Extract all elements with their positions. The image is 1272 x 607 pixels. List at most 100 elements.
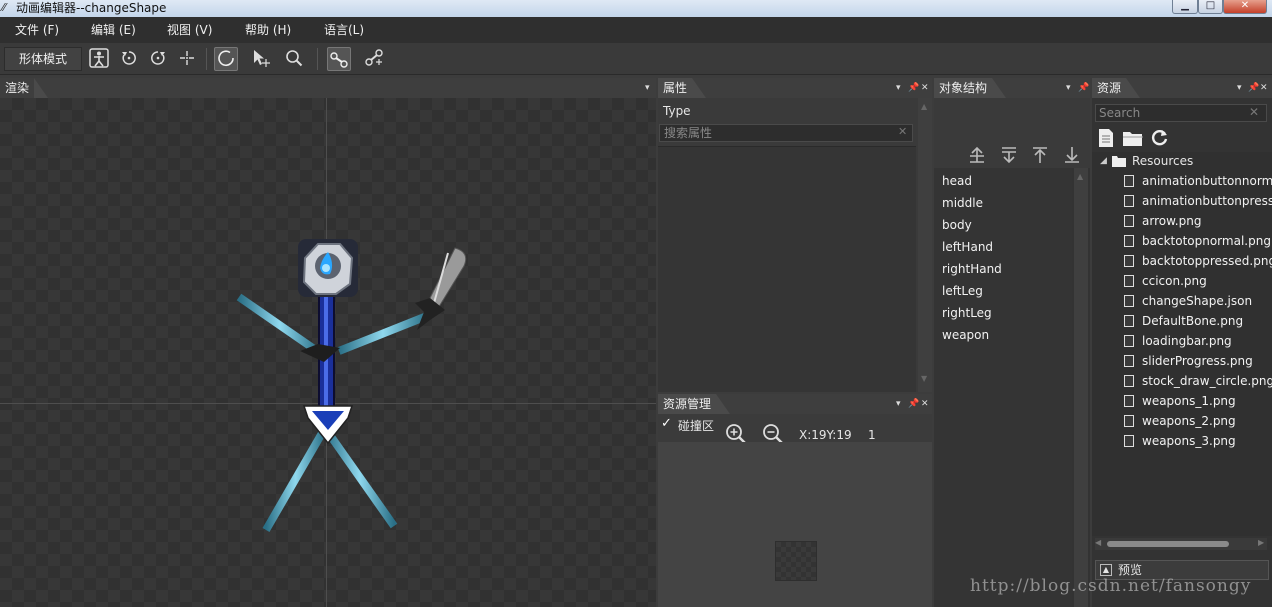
scroll-up-icon[interactable]: ▲ [1077,172,1083,181]
scrollbar-thumb[interactable] [1107,541,1229,547]
list-item[interactable]: weapons_1.png [1142,394,1236,408]
open-folder-icon[interactable] [1122,129,1144,150]
list-item[interactable]: backtotopnormal.png [1142,234,1271,248]
list-item[interactable]: backtotoppressed.png [1142,254,1272,268]
list-item[interactable]: middle [942,196,983,210]
resources-panel-header: 资源 ▾ 📌 ✕ [1092,78,1272,98]
stick-figure[interactable] [0,98,656,607]
refresh-icon[interactable] [1150,128,1169,150]
list-item[interactable]: DefaultBone.png [1142,314,1243,328]
properties-pin-icon[interactable]: 📌 [908,78,919,98]
bone-icon[interactable] [327,47,351,71]
resource-mgmt-menu-icon[interactable]: ▾ [896,394,901,414]
object-list-scrollbar[interactable]: ▲ [1074,168,1088,607]
tab-properties[interactable]: 属性 [658,78,707,98]
zoom-icon[interactable] [282,47,306,71]
object-menu-icon[interactable]: ▾ [1066,78,1071,98]
resource-search-clear-icon[interactable]: ✕ [1249,105,1259,119]
select-arrow-icon[interactable] [249,47,273,71]
menu-language[interactable]: 语言(L) [324,17,364,43]
list-item[interactable]: leftHand [942,240,993,254]
tab-resource-mgmt[interactable]: 资源管理 [658,394,731,414]
properties-close-icon[interactable]: ✕ [921,78,929,98]
move-up-one-icon[interactable] [968,146,986,168]
resource-mgmt-panel: ✓ 碰撞区 X:19Y:19 1 [658,414,932,607]
bone-link-icon[interactable] [362,47,386,71]
minimize-button[interactable]: ▁ [1172,0,1198,14]
list-item[interactable]: leftLeg [942,284,983,298]
resources-pin-icon[interactable]: 📌 [1248,78,1259,98]
list-item[interactable]: rightLeg [942,306,992,320]
mode-selector[interactable]: 形体模式 [4,47,82,71]
tree-expand-icon[interactable]: ◢ [1100,156,1107,166]
list-item[interactable]: animationbuttonnormal.png [1142,174,1272,188]
resources-close-icon[interactable]: ✕ [1260,78,1268,98]
right-hand[interactable] [337,312,429,355]
scroll-left-icon[interactable]: ◀ [1095,538,1101,547]
left-leg[interactable] [262,425,329,533]
list-item[interactable]: stock_draw_circle.png [1142,374,1272,388]
resources-panel: Search ✕ ◢ Resources animationbuttonnorm… [1092,98,1272,607]
list-item[interactable]: sliderProgress.png [1142,354,1253,368]
list-item[interactable]: body [942,218,972,232]
render-panel-title: 渲染 [5,81,30,95]
collision-checkbox[interactable]: ✓ [661,416,672,431]
collision-label: 碰撞区 [678,419,715,433]
list-item[interactable]: arrow.png [1142,214,1201,228]
file-icon [1124,355,1134,367]
figure-icon[interactable] [87,47,111,71]
scroll-up-icon[interactable]: ▲ [921,102,927,111]
title-bar: ⁄⁄ 动画编辑器--changeShape ▁ □ ✕ [0,0,1272,17]
list-item[interactable]: ccicon.png [1142,274,1207,288]
list-item[interactable]: loadingbar.png [1142,334,1232,348]
file-icon [1124,255,1134,267]
menu-file[interactable]: 文件 (F) [15,17,59,43]
left-hand[interactable] [236,293,323,357]
maximize-button[interactable]: □ [1198,0,1223,14]
move-to-bottom-icon[interactable] [1063,146,1081,168]
resource-tree: ◢ Resources animationbuttonnormal.png an… [1092,152,1272,536]
list-item[interactable]: changeShape.json [1142,294,1252,308]
watermark: http://blog.csdn.net/fansongy [970,576,1252,596]
new-file-icon[interactable] [1097,128,1115,151]
property-search-input[interactable]: 搜索属性 [659,124,913,142]
close-button[interactable]: ✕ [1223,0,1267,14]
rotate-ccw-icon[interactable] [117,47,141,71]
render-menu-icon[interactable]: ▾ [645,78,650,98]
move-to-top-icon[interactable] [1031,146,1049,168]
rotate-cw-icon[interactable] [146,47,170,71]
list-item[interactable]: weapons_3.png [1142,434,1236,448]
scroll-down-icon[interactable]: ▼ [921,374,927,383]
tree-root[interactable]: Resources [1132,154,1193,168]
resources-menu-icon[interactable]: ▾ [1237,78,1242,98]
move-down-one-icon[interactable] [1000,146,1018,168]
properties-menu-icon[interactable]: ▾ [896,78,901,98]
tab-render[interactable]: 渲染 [0,78,49,98]
list-item[interactable]: weapons_2.png [1142,414,1236,428]
resources-panel-title: 资源 [1097,81,1122,95]
tab-object-structure[interactable]: 对象结构 [934,78,1007,98]
collapse-icon[interactable]: ▲ [1100,564,1112,576]
resource-thumbnail[interactable] [775,541,817,581]
properties-scrollbar[interactable]: ▲ ▼ [918,98,932,392]
list-item[interactable]: head [942,174,972,188]
object-pin-icon[interactable]: 📌 [1078,78,1089,98]
circle-tool-icon[interactable] [214,47,238,71]
scroll-right-icon[interactable]: ▶ [1258,538,1264,547]
crosshair-icon[interactable] [175,47,199,71]
menu-view[interactable]: 视图 (V) [167,17,212,43]
list-item[interactable]: animationbuttonpressed.png [1142,194,1272,208]
render-canvas[interactable] [0,98,656,607]
right-leg[interactable] [321,425,398,529]
count-readout: 1 [868,428,876,442]
resource-mgmt-close-icon[interactable]: ✕ [921,394,929,414]
menu-help[interactable]: 帮助 (H) [245,17,291,43]
resource-mgmt-pin-icon[interactable]: 📌 [908,394,919,414]
property-search-clear-icon[interactable]: ✕ [898,125,907,138]
list-item[interactable]: rightHand [942,262,1002,276]
list-item[interactable]: weapon [942,328,989,342]
tab-resources[interactable]: 资源 [1092,78,1141,98]
menu-edit[interactable]: 编辑 (E) [91,17,136,43]
resource-search-input[interactable]: Search [1095,104,1267,122]
resource-horizontal-scrollbar[interactable]: ◀ ▶ [1095,538,1267,550]
